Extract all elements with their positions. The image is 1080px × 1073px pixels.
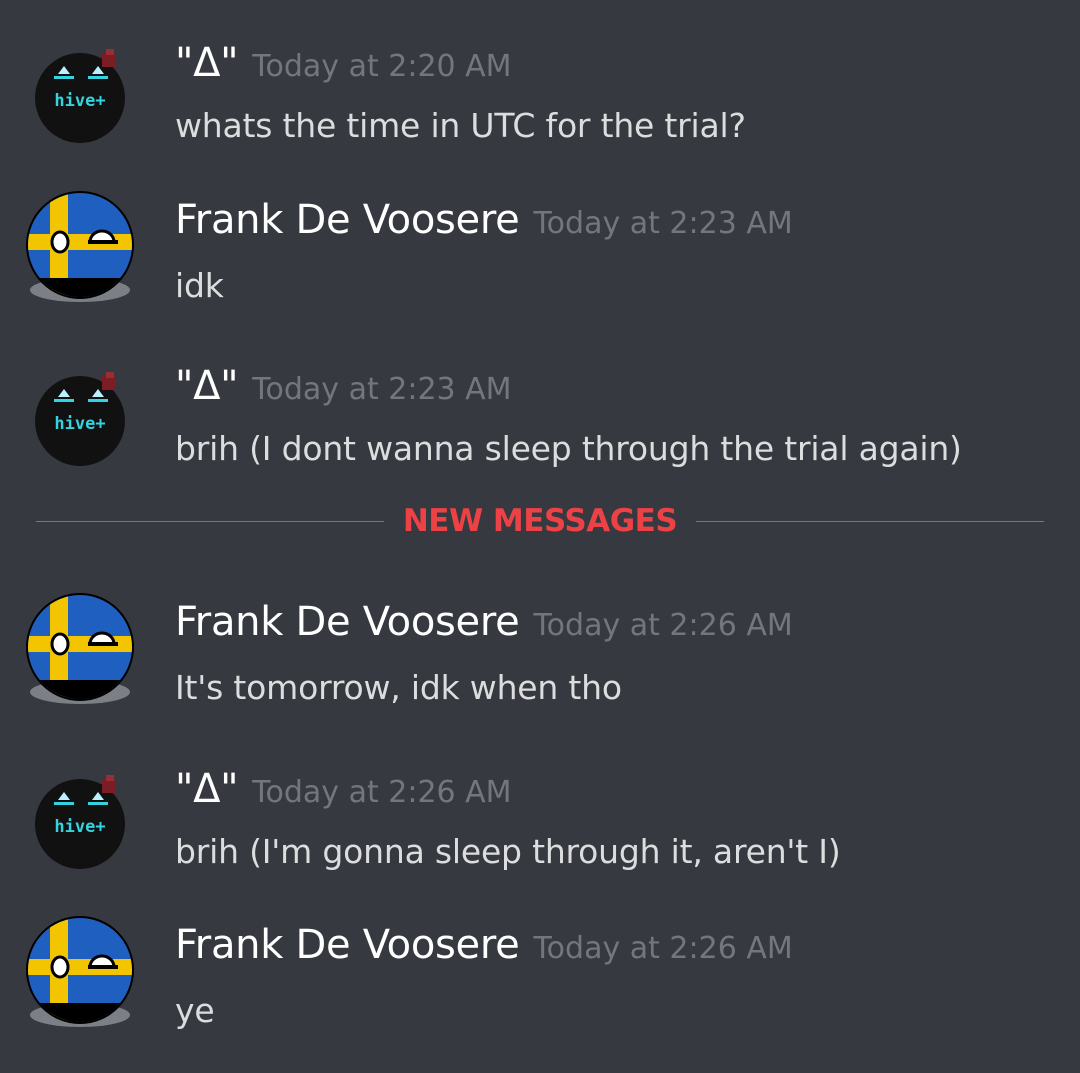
message-header: "Δ" Today at 2:23 AM (175, 363, 512, 409)
message-item: hive+ "Δ" Today at 2:23 AM brih (I dont w… (0, 355, 1080, 485)
new-messages-label: NEW MESSAGES (402, 503, 678, 539)
message-text: ye (175, 991, 215, 1030)
message-text: brih (I'm gonna sleep through it, aren't… (175, 832, 841, 871)
divider-line-left (36, 521, 384, 522)
divider-line-right (696, 521, 1044, 522)
timestamp: Today at 2:26 AM (252, 775, 512, 810)
message-item: Frank De Voosere Today at 2:26 AM It's to… (0, 592, 1080, 722)
message-item: Frank De Voosere Today at 2:26 AM ye (0, 915, 1080, 1045)
message-item: Frank De Voosere Today at 2:23 AM idk (0, 190, 1080, 320)
message-text: whats the time in UTC for the trial? (175, 106, 746, 145)
message-item: hive+ "Δ" Today at 2:20 AM whats the time… (0, 30, 1080, 160)
message-text: brih (I dont wanna sleep through the tri… (175, 429, 962, 468)
author-name[interactable]: Frank De Voosere (175, 197, 520, 243)
sweden-ball-avatar[interactable] (22, 915, 138, 1031)
timestamp: Today at 2:26 AM (533, 931, 793, 966)
svg-text:hive+: hive+ (54, 414, 105, 434)
author-name[interactable]: "Δ" (175, 766, 239, 812)
message-text: It's tomorrow, idk when tho (175, 668, 622, 707)
hive-bomb-avatar[interactable]: hive+ (22, 766, 138, 882)
new-messages-divider: NEW MESSAGES (36, 500, 1044, 544)
hive-bomb-avatar[interactable]: hive+ (22, 40, 138, 156)
message-header: "Δ" Today at 2:20 AM (175, 40, 512, 86)
message-text: idk (175, 266, 224, 305)
message-header: Frank De Voosere Today at 2:26 AM (175, 922, 793, 968)
svg-text:hive+: hive+ (54, 91, 105, 111)
timestamp: Today at 2:23 AM (533, 206, 793, 241)
message-header: Frank De Voosere Today at 2:26 AM (175, 599, 793, 645)
message-header: "Δ" Today at 2:26 AM (175, 766, 512, 812)
author-name[interactable]: "Δ" (175, 40, 239, 86)
timestamp: Today at 2:23 AM (252, 372, 512, 407)
message-item: hive+ "Δ" Today at 2:26 AM brih (I'm gonn… (0, 758, 1080, 888)
author-name[interactable]: Frank De Voosere (175, 599, 520, 645)
hive-bomb-avatar[interactable]: hive+ (22, 363, 138, 479)
author-name[interactable]: Frank De Voosere (175, 922, 520, 968)
timestamp: Today at 2:20 AM (252, 49, 512, 84)
sweden-ball-avatar[interactable] (22, 592, 138, 708)
message-header: Frank De Voosere Today at 2:23 AM (175, 197, 793, 243)
author-name[interactable]: "Δ" (175, 363, 239, 409)
sweden-ball-avatar[interactable] (22, 190, 138, 306)
timestamp: Today at 2:26 AM (533, 608, 793, 643)
svg-text:hive+: hive+ (54, 817, 105, 837)
